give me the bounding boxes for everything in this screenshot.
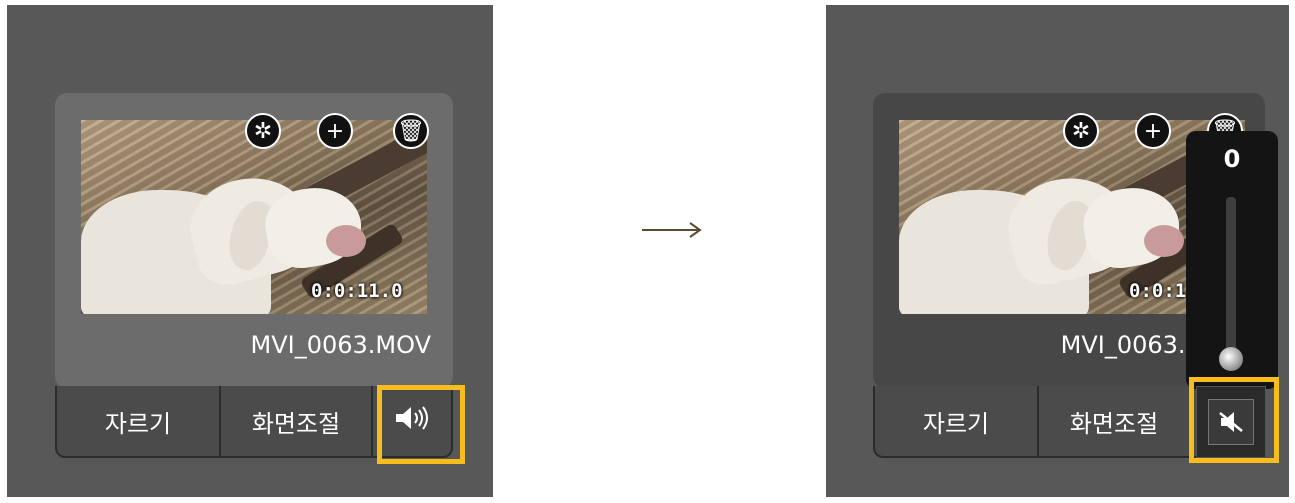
before-panel: 0:0:11.0 ✲ + 🗑 MVI_0063.MOV 자르기 화면조절 (7, 5, 493, 497)
volume-value: 0 (1223, 145, 1241, 173)
trash-icon[interactable]: 🗑 (393, 113, 429, 149)
plus-icon[interactable]: + (317, 113, 353, 149)
clip-duration: 0:0:1 (1129, 280, 1187, 302)
volume-slider-handle[interactable] (1219, 347, 1243, 371)
trim-button[interactable]: 자르기 (57, 386, 221, 456)
mute-highlight (1189, 377, 1279, 463)
volume-highlight (377, 385, 465, 464)
run-icon[interactable]: ✲ (1063, 113, 1099, 149)
clip-card[interactable]: 0:0:11.0 ✲ + 🗑 MVI_0063.MOV (55, 93, 453, 388)
volume-popup: 0 (1186, 131, 1278, 389)
clip-thumbnail[interactable]: 0:0:11.0 (81, 120, 427, 314)
clip-filename: MVI_0063.MC (1060, 331, 1223, 359)
screen-adjust-button[interactable]: 화면조절 (221, 386, 373, 456)
trim-button[interactable]: 자르기 (875, 386, 1039, 456)
clip-duration: 0:0:11.0 (311, 280, 403, 302)
plus-icon[interactable]: + (1135, 113, 1171, 149)
screen-adjust-button[interactable]: 화면조절 (1039, 386, 1191, 456)
after-panel: 0:0:1 ✲ + 🗑 MVI_0063.MC 자르기 화면조절 0 (826, 5, 1289, 497)
clip-filename: MVI_0063.MOV (250, 331, 431, 359)
run-icon[interactable]: ✲ (245, 113, 281, 149)
right-arrow-icon (642, 222, 702, 238)
volume-slider-track[interactable] (1226, 197, 1236, 365)
